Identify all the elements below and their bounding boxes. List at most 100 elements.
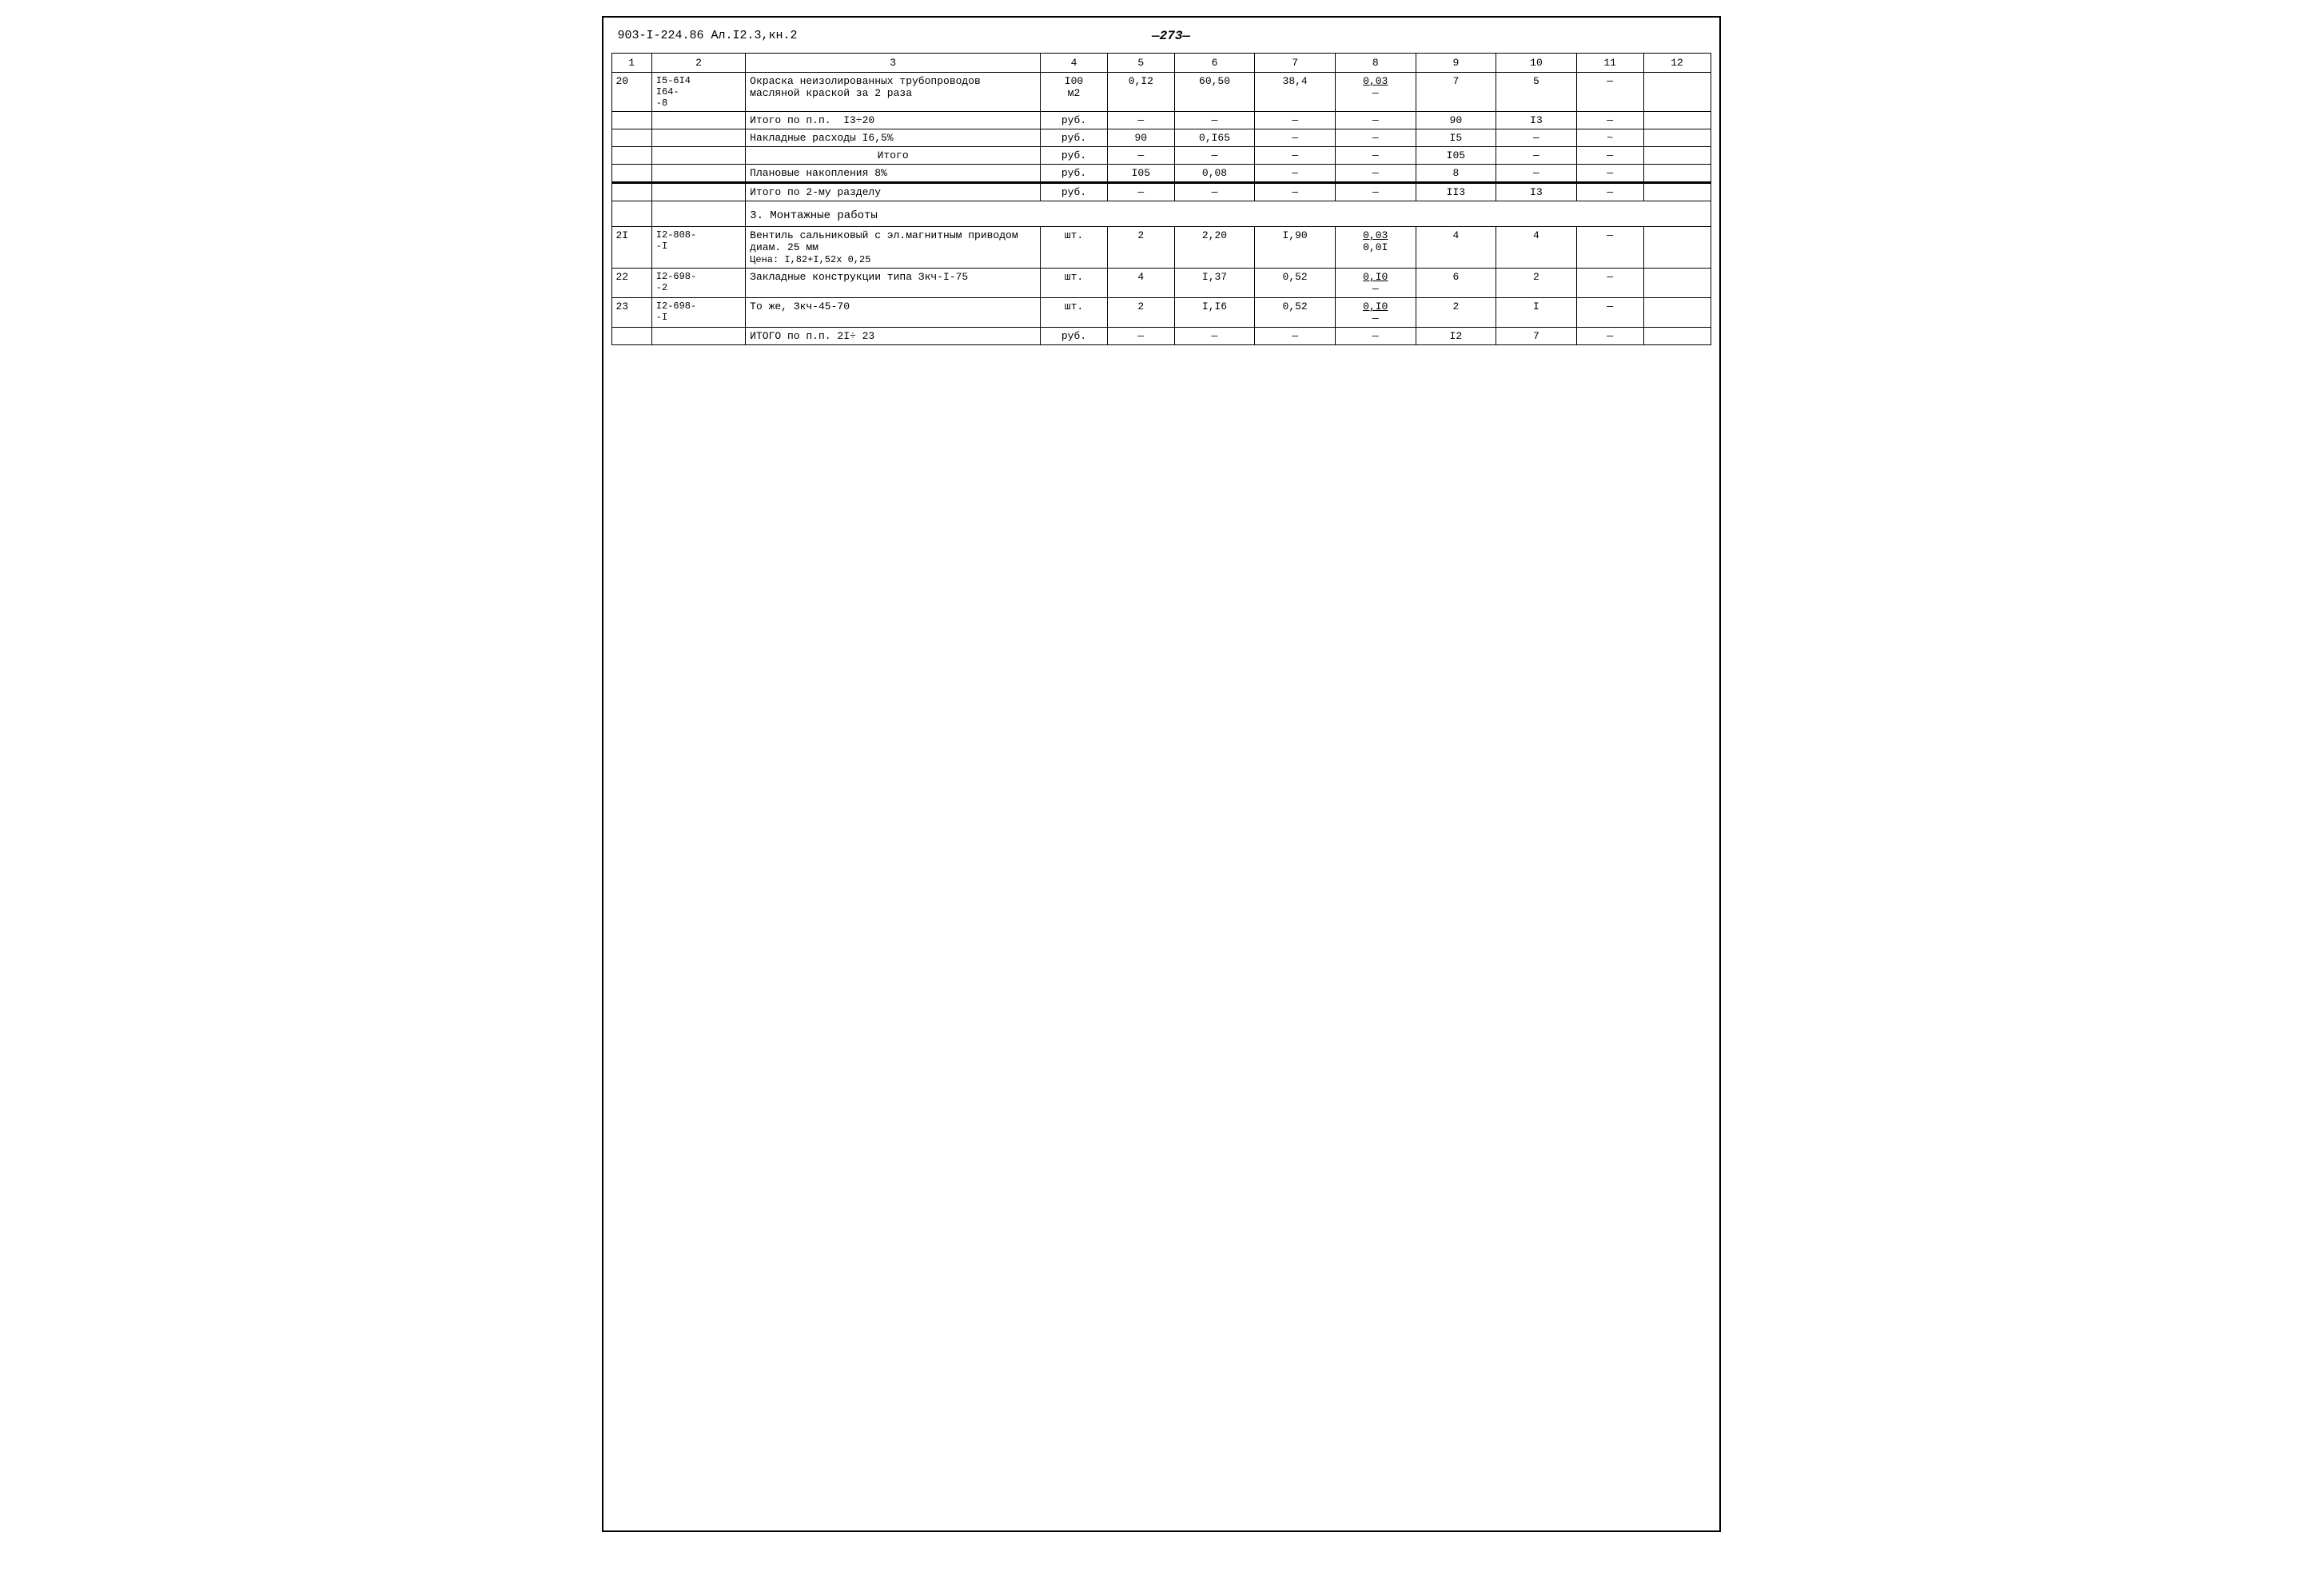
subtotal-row1-col8: — (1335, 112, 1416, 129)
section3-col3: 3. Монтажные работы (746, 201, 1041, 227)
table-row: 22 I2-698--2 Закладные конструкции типа … (611, 269, 1711, 298)
header-col6: 6 (1174, 54, 1255, 73)
cell-row22-col2: I2-698--2 (651, 269, 745, 298)
subtotal-row1-col7: — (1255, 112, 1336, 129)
final-total-col5: — (1107, 328, 1174, 345)
itogo-col2 (651, 147, 745, 165)
cell-row23-col9: 2 (1416, 298, 1496, 328)
cell-row22-col3: Закладные конструкции типа Зкч-I-75 (746, 269, 1041, 298)
header-col12: 12 (1643, 54, 1711, 73)
table-row: Итого по 2-му разделу руб. — — — — II3 I… (611, 183, 1711, 201)
header-col9: 9 (1416, 54, 1496, 73)
nakladnie-col6: 0,I65 (1174, 129, 1255, 147)
section2-total-col7: — (1255, 183, 1336, 201)
subtotal-row1-col9: 90 (1416, 112, 1496, 129)
cell-row23-col10: I (1496, 298, 1577, 328)
cell-row21-col2: I2-808--I (651, 227, 745, 269)
plan-col5: I05 (1107, 165, 1174, 183)
cell-row21-col11: — (1576, 227, 1643, 269)
cell-row20-col4: I00м2 (1041, 73, 1108, 112)
section2-total-col2 (651, 183, 745, 201)
cell-row21-col5: 2 (1107, 227, 1174, 269)
itogo-col3: Итого (746, 147, 1041, 165)
section3-col1 (611, 201, 651, 227)
header-col11: 11 (1576, 54, 1643, 73)
section2-total-col12 (1643, 183, 1711, 201)
cell-row21-col6: 2,20 (1174, 227, 1255, 269)
itogo-col4: руб. (1041, 147, 1108, 165)
cell-row22-col6: I,37 (1174, 269, 1255, 298)
cell-row20-col2: I5-6I4I64--8 (651, 73, 745, 112)
plan-col3: Плановые накопления 8% (746, 165, 1041, 183)
header-col1: 1 (611, 54, 651, 73)
section2-total-col8: — (1335, 183, 1416, 201)
cell-row20-col12 (1643, 73, 1711, 112)
cell-row23-col7: 0,52 (1255, 298, 1336, 328)
page-number: —273— (798, 29, 1545, 43)
header-col5: 5 (1107, 54, 1174, 73)
cell-row22-col9: 6 (1416, 269, 1496, 298)
table-row: Накладные расходы I6,5% руб. 90 0,I65 — … (611, 129, 1711, 147)
cell-row23-col12 (1643, 298, 1711, 328)
cell-row20-col1: 20 (611, 73, 651, 112)
nakladnie-col3: Накладные расходы I6,5% (746, 129, 1041, 147)
subtotal-row1-col1 (611, 112, 651, 129)
nakladnie-col10: — (1496, 129, 1577, 147)
header-col2: 2 (651, 54, 745, 73)
nakladnie-col2 (651, 129, 745, 147)
nakladnie-col12 (1643, 129, 1711, 147)
final-total-col3: ИТОГО по п.п. 2I÷ 23 (746, 328, 1041, 345)
itogo-col1 (611, 147, 651, 165)
subtotal-row1-col2 (651, 112, 745, 129)
section2-total-col3: Итого по 2-му разделу (746, 183, 1041, 201)
subtotal-row1-col6: — (1174, 112, 1255, 129)
table-row: 2I I2-808--I Вентиль сальниковый с эл.ма… (611, 227, 1711, 269)
nakladnie-col8: — (1335, 129, 1416, 147)
cell-row20-col10: 5 (1496, 73, 1577, 112)
itogo-col11: — (1576, 147, 1643, 165)
cell-row21-col8: 0,030,0I (1335, 227, 1416, 269)
section3-empty (1041, 201, 1711, 227)
nakladnie-col7: — (1255, 129, 1336, 147)
cell-row21-col4: шт. (1041, 227, 1108, 269)
cell-row23-col5: 2 (1107, 298, 1174, 328)
final-total-col12 (1643, 328, 1711, 345)
nakladnie-col5: 90 (1107, 129, 1174, 147)
section3-header: 3. Монтажные работы (611, 201, 1711, 227)
section2-total-col11: — (1576, 183, 1643, 201)
header-col7: 7 (1255, 54, 1336, 73)
final-total-col8: — (1335, 328, 1416, 345)
cell-row21-col12 (1643, 227, 1711, 269)
header-col4: 4 (1041, 54, 1108, 73)
cell-row22-col11: — (1576, 269, 1643, 298)
cell-row22-col8: 0,I0— (1335, 269, 1416, 298)
final-total-col7: — (1255, 328, 1336, 345)
section3-col2 (651, 201, 745, 227)
cell-row23-col3: То же, Зкч-45-70 (746, 298, 1041, 328)
subtotal-row1-col3: Итого по п.п. I3÷20 (746, 112, 1041, 129)
subtotal-row1-col4: руб. (1041, 112, 1108, 129)
plan-col10: — (1496, 165, 1577, 183)
plan-col4: руб. (1041, 165, 1108, 183)
nakladnie-col9: I5 (1416, 129, 1496, 147)
cell-row23-col4: шт. (1041, 298, 1108, 328)
final-total-col1 (611, 328, 651, 345)
cell-row20-col8: 0,03— (1335, 73, 1416, 112)
cell-row21-col7: I,90 (1255, 227, 1336, 269)
section2-total-col6: — (1174, 183, 1255, 201)
itogo-col6: — (1174, 147, 1255, 165)
table-row: Плановые накопления 8% руб. I05 0,08 — —… (611, 165, 1711, 183)
nakladnie-col11: ~ (1576, 129, 1643, 147)
final-total-col6: — (1174, 328, 1255, 345)
section2-total-col4: руб. (1041, 183, 1108, 201)
final-total-col2 (651, 328, 745, 345)
doc-title: 903-I-224.86 Ал.I2.3,кн.2 (618, 29, 798, 42)
final-total-col4: руб. (1041, 328, 1108, 345)
table-row: ИТОГО по п.п. 2I÷ 23 руб. — — — — I2 7 — (611, 328, 1711, 345)
section2-total-col10: I3 (1496, 183, 1577, 201)
final-total-col9: I2 (1416, 328, 1496, 345)
itogo-col10: — (1496, 147, 1577, 165)
header-col8: 8 (1335, 54, 1416, 73)
table-row: Итого по п.п. I3÷20 руб. — — — — 90 I3 — (611, 112, 1711, 129)
final-total-col10: 7 (1496, 328, 1577, 345)
